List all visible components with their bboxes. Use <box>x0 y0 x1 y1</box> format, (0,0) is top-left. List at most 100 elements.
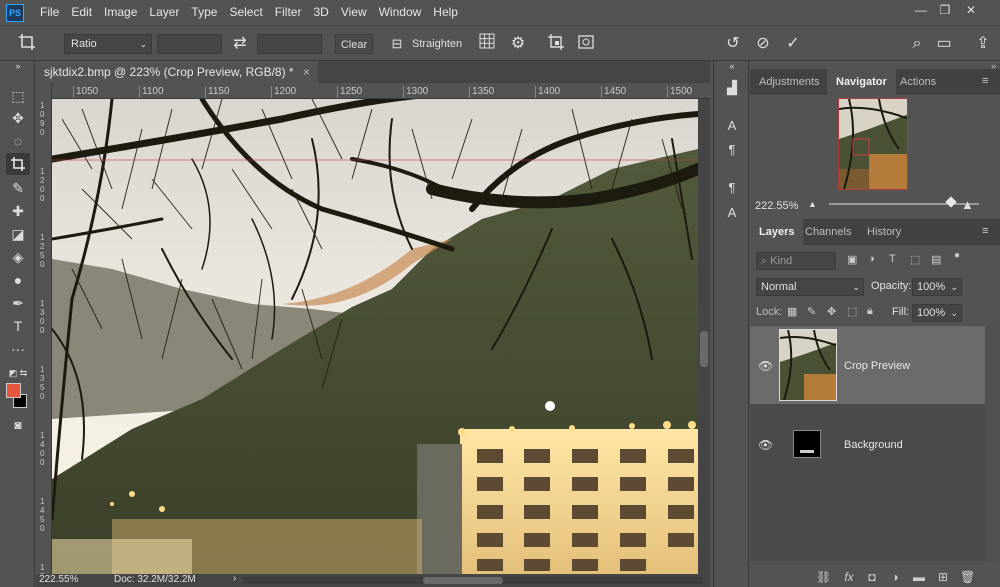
close-icon[interactable]: ✕ <box>960 3 982 19</box>
quick-select-tool-icon[interactable]: ◌ <box>6 130 30 152</box>
zoom-out-icon[interactable]: ▲ <box>808 199 817 209</box>
layer-row-crop-preview[interactable]: 👁︎ Crop Preview <box>750 326 985 404</box>
crop-width-field[interactable] <box>157 34 222 54</box>
filter-toggle-icon[interactable]: ● <box>954 250 960 261</box>
move-tool-icon[interactable]: ✥ <box>6 107 30 129</box>
default-colors-icon[interactable]: ◩ ⇆ <box>6 362 30 384</box>
blend-mode-select[interactable]: Normal ⌄ <box>756 278 864 296</box>
healing-tool-icon[interactable]: ✚ <box>6 200 30 222</box>
menu-layer[interactable]: Layer <box>143 0 185 25</box>
menu-view[interactable]: View <box>335 0 373 25</box>
layer-name[interactable]: Background <box>844 439 903 451</box>
tab-channels[interactable]: Channels <box>796 219 860 245</box>
lock-artboard-icon[interactable]: ⬚ <box>847 305 857 318</box>
layer-name[interactable]: Crop Preview <box>844 360 910 372</box>
menu-image[interactable]: Image <box>98 0 143 25</box>
delete-layer-icon[interactable]: 🗑︎ <box>960 570 975 584</box>
lock-position-icon[interactable]: ✥ <box>827 305 836 318</box>
panel-menu-icon[interactable]: ≡ <box>982 225 994 237</box>
collapse-toolbar-icon[interactable]: » <box>6 61 30 71</box>
visibility-eye-icon[interactable]: 👁︎ <box>758 438 773 452</box>
filter-smart-object-icon[interactable]: ▤ <box>931 253 941 266</box>
crop-tool-preset-icon[interactable] <box>16 33 38 55</box>
eraser-tool-icon[interactable]: ◪ <box>6 223 30 245</box>
tab-navigator[interactable]: Navigator <box>827 69 896 95</box>
vertical-scrollbar[interactable] <box>698 99 710 574</box>
zoom-in-icon[interactable]: ▲ <box>961 197 974 212</box>
menu-select[interactable]: Select <box>223 0 268 25</box>
tab-history[interactable]: History <box>858 219 910 245</box>
cancel-icon[interactable]: ⊘ <box>752 33 774 55</box>
menu-help[interactable]: Help <box>427 0 464 25</box>
workspace-icon[interactable]: ▭ <box>933 33 955 55</box>
content-aware-icon[interactable] <box>575 33 597 55</box>
lock-all-icon[interactable]: 🔒︎ <box>867 305 873 318</box>
lock-image-icon[interactable]: ✎ <box>807 305 816 318</box>
layer-row-background[interactable]: 👁︎ Background <box>750 405 985 483</box>
status-zoom[interactable]: 222.55% <box>39 574 78 585</box>
fill-field[interactable]: 100% ⌄ <box>912 304 962 322</box>
pen-tool-icon[interactable]: ✒ <box>6 292 30 314</box>
add-mask-icon[interactable]: ◘ <box>865 570 879 584</box>
filter-pixel-icon[interactable]: ▣ <box>847 253 857 266</box>
share-icon[interactable]: ⇪ <box>972 33 994 55</box>
straighten-button[interactable]: Straighten <box>412 34 462 54</box>
histogram-icon[interactable]: ▟ <box>723 79 741 97</box>
document-tab[interactable]: sjktdix2.bmp @ 223% (Crop Preview, RGB/8… <box>36 61 318 83</box>
filter-type-icon[interactable]: T <box>889 253 896 265</box>
dodge-tool-icon[interactable]: ● <box>6 269 30 291</box>
adjustment-layer-icon[interactable]: ◑ <box>888 570 902 584</box>
straighten-icon[interactable]: ⊟ <box>386 33 408 55</box>
document-canvas[interactable] <box>52 99 698 574</box>
visibility-eye-icon[interactable]: 👁︎ <box>758 359 773 373</box>
layer-style-icon[interactable]: fx <box>842 570 856 584</box>
menu-edit[interactable]: Edit <box>65 0 98 25</box>
navigator-zoom-slider[interactable] <box>829 196 979 208</box>
gear-icon[interactable]: ⚙ <box>507 33 529 55</box>
menu-filter[interactable]: Filter <box>269 0 308 25</box>
crop-tool-icon[interactable] <box>6 153 30 175</box>
filter-adjustment-icon[interactable]: ◑ <box>868 253 875 265</box>
more-tools-icon[interactable]: ··· <box>6 338 30 360</box>
grid-overlay-icon[interactable] <box>476 33 498 55</box>
swap-icon[interactable]: ⇄ <box>229 33 251 55</box>
navigator-thumbnail[interactable] <box>838 98 908 190</box>
restore-icon[interactable]: ❐ <box>934 3 956 19</box>
layers-scrollbar[interactable] <box>985 326 1000 561</box>
panel-menu-icon[interactable]: ≡ <box>982 75 994 87</box>
ratio-select[interactable]: Ratio ⌄ <box>64 34 152 54</box>
navigator-zoom-value[interactable]: 222.55% <box>755 200 798 212</box>
horizontal-scroll-thumb[interactable] <box>423 577 503 584</box>
status-menu-arrow-icon[interactable]: › <box>233 573 236 584</box>
new-group-icon[interactable]: ▬ <box>912 570 926 584</box>
navigator-zoom-handle[interactable] <box>944 196 957 208</box>
commit-check-icon[interactable]: ✓ <box>782 33 804 55</box>
minimize-icon[interactable]: — <box>910 3 932 19</box>
marquee-tool-icon[interactable]: ⬚ <box>6 85 30 107</box>
collapse-strip-icon[interactable]: « <box>723 61 741 71</box>
menu-3d[interactable]: 3D <box>307 0 334 25</box>
delete-cropped-pixels-icon[interactable] <box>545 33 567 55</box>
quick-mask-icon[interactable]: ◙ <box>6 414 30 436</box>
crop-height-field[interactable] <box>257 34 322 54</box>
menu-type[interactable]: Type <box>185 0 223 25</box>
menu-window[interactable]: Window <box>373 0 428 25</box>
lock-transparent-icon[interactable]: ▦ <box>787 305 797 318</box>
character-icon[interactable]: A <box>723 117 741 135</box>
foreground-color-swatch[interactable] <box>6 383 21 398</box>
type-tool-icon[interactable]: T <box>6 315 30 337</box>
horizontal-scrollbar[interactable] <box>243 577 703 584</box>
filter-shape-icon[interactable]: ⬚ <box>910 253 920 266</box>
tab-adjustments[interactable]: Adjustments <box>750 69 829 95</box>
search-icon[interactable]: ⌕ <box>906 33 928 55</box>
reset-icon[interactable]: ↺ <box>722 33 744 55</box>
link-layers-icon[interactable]: ⛓ <box>816 570 831 584</box>
tab-actions[interactable]: Actions <box>891 69 945 95</box>
character-styles-icon[interactable]: A <box>723 204 741 222</box>
menu-file[interactable]: File <box>34 0 65 25</box>
paragraph-styles-icon[interactable]: ¶ <box>723 179 741 197</box>
bucket-tool-icon[interactable]: ◈ <box>6 246 30 268</box>
vertical-scroll-thumb[interactable] <box>700 331 708 367</box>
close-tab-icon[interactable]: × <box>303 65 310 79</box>
new-layer-icon[interactable]: ⊞ <box>936 570 950 584</box>
